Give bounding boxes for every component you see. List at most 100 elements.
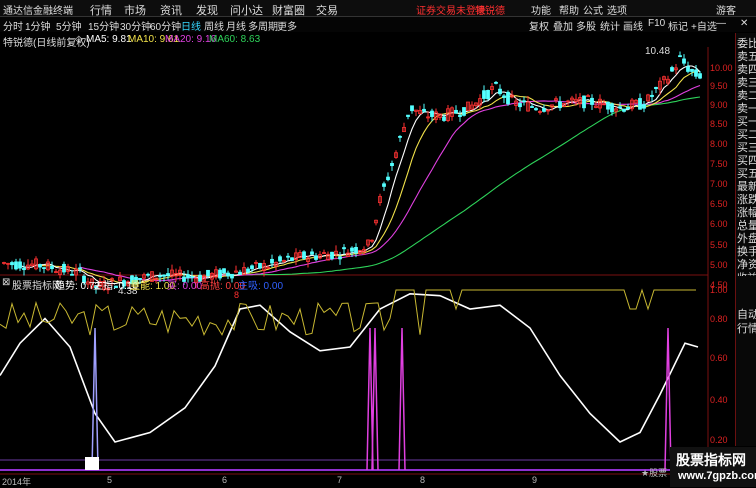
candle-body <box>206 269 210 277</box>
candle-body <box>462 107 466 116</box>
menu-item-news[interactable]: 资讯 <box>160 2 182 18</box>
kline-chart[interactable] <box>0 47 735 477</box>
candle-body <box>486 90 490 100</box>
menu-item-discover[interactable]: 发现 <box>196 2 218 18</box>
menu-options[interactable]: 选项 <box>607 2 627 17</box>
candle-body <box>42 267 46 270</box>
candle-body <box>642 104 646 109</box>
auto-quote-label[interactable]: 行情 <box>737 320 756 336</box>
candle-body <box>670 67 674 72</box>
trend-line <box>0 292 699 443</box>
buy-spike <box>398 327 406 471</box>
tool-multi-stock[interactable]: 多股 <box>576 18 596 33</box>
app-title: 通达信金融终端 <box>3 6 73 17</box>
candle-body <box>650 94 654 97</box>
close-icon[interactable]: ✕ <box>740 18 748 29</box>
menu-formula[interactable]: 公式 <box>583 2 603 17</box>
period-multi[interactable]: 多周期 <box>248 18 278 33</box>
price-tick: 6.00 <box>710 219 728 229</box>
tool-add-favorite[interactable]: +自选 <box>691 18 717 33</box>
menu-item-fortune[interactable]: 财富圈 <box>272 2 305 18</box>
candle-body <box>302 251 306 259</box>
candle-body <box>250 265 254 270</box>
ma20-line <box>79 84 701 282</box>
volume-line <box>0 288 696 337</box>
candle-body <box>542 108 546 112</box>
period-monthly[interactable]: 月线 <box>226 18 246 33</box>
candle-body <box>622 108 626 112</box>
tool-f10[interactable]: F10 <box>648 18 665 29</box>
candle-body <box>222 268 226 274</box>
candle-body <box>498 88 502 95</box>
candle-body <box>310 251 314 255</box>
menu-item-market[interactable]: 行情 <box>90 2 112 18</box>
candle-body <box>522 100 526 103</box>
candle-body <box>442 116 446 121</box>
signal-block <box>85 457 99 470</box>
candle-body <box>62 263 66 273</box>
indicator-legend: ⊠ 股票指标网 趋势: 0.72 主指: 0.10 量能: 1.00 买: 0.… <box>0 276 756 292</box>
indicator-axis: 1.00 0.80 0.60 0.40 0.20 <box>708 285 735 455</box>
candle-body <box>246 268 250 273</box>
period-60min[interactable]: 60分钟 <box>150 18 181 33</box>
menu-item-ask[interactable]: 问小达 <box>230 2 263 18</box>
candle-body <box>694 69 698 77</box>
date-tick: 9 <box>532 475 538 485</box>
price-tick: 10.00 <box>710 63 733 73</box>
chevron-icon[interactable]: ◇ <box>75 34 83 45</box>
candle-body <box>50 265 54 270</box>
period-more[interactable]: 更多 <box>277 18 297 33</box>
candle-body <box>278 256 282 262</box>
menu-item-trade[interactable]: 交易 <box>316 2 338 18</box>
candle-body <box>610 103 614 113</box>
minimize-icon[interactable]: — <box>716 18 726 29</box>
tool-draw[interactable]: 画线 <box>623 18 643 33</box>
candle-body <box>382 183 386 187</box>
candle-body <box>430 110 434 117</box>
candle-body <box>286 255 290 258</box>
candle-body <box>558 101 562 109</box>
candle-body <box>78 267 82 270</box>
candle-body <box>390 163 394 167</box>
period-15min[interactable]: 15分钟 <box>88 18 119 33</box>
ind-tick: 0.60 <box>710 353 728 363</box>
price-tick: 9.00 <box>710 100 728 110</box>
period-30min[interactable]: 30分钟 <box>120 18 151 33</box>
period-daily[interactable]: 日线 <box>181 18 201 33</box>
period-1min[interactable]: 1分钟 <box>25 18 51 33</box>
menu-help[interactable]: 帮助 <box>559 2 579 17</box>
period-5min[interactable]: 5分钟 <box>56 18 82 33</box>
candle-body <box>14 261 18 270</box>
period-tick[interactable]: 分时 <box>3 18 23 33</box>
period-weekly[interactable]: 周线 <box>204 18 224 33</box>
tool-mark[interactable]: 标记 <box>668 18 688 33</box>
candle-body <box>458 114 462 117</box>
indicator-icon[interactable]: ⊠ <box>2 277 10 288</box>
tool-restore-rights[interactable]: 复权 <box>529 18 549 33</box>
tool-overlay[interactable]: 叠加 <box>553 18 573 33</box>
candle-body <box>314 255 318 260</box>
candle-body <box>686 66 690 72</box>
candle-body <box>638 98 642 110</box>
price-tick: 9.50 <box>710 81 728 91</box>
candle-body <box>290 257 294 261</box>
candle-body <box>342 247 346 250</box>
candle-body <box>398 135 402 138</box>
ma-legend: 特锐德(日线前复权) ◇ MA5: 9.81 MA10: 9.61 MA20: … <box>0 33 756 49</box>
guest-label[interactable]: 游客 <box>716 2 736 17</box>
menu-function[interactable]: 功能 <box>531 2 551 17</box>
price-tick: 5.50 <box>710 240 728 250</box>
stock-short-name: 特锐德 <box>475 6 505 17</box>
tool-stats[interactable]: 统计 <box>600 18 620 33</box>
ma60-line <box>239 96 701 276</box>
price-tick: 8.00 <box>710 139 728 149</box>
candle-body <box>618 106 622 109</box>
price-tick: 6.50 <box>710 199 728 209</box>
buy-spike <box>371 327 379 471</box>
indicator-buy: 买: 0.00 <box>167 281 203 292</box>
buy-spike <box>91 327 99 471</box>
candle-body <box>606 101 610 110</box>
date-tick: 5 <box>107 475 113 485</box>
menu-item-sector[interactable]: 市场 <box>124 2 146 18</box>
ind-tick: 0.20 <box>710 435 728 445</box>
